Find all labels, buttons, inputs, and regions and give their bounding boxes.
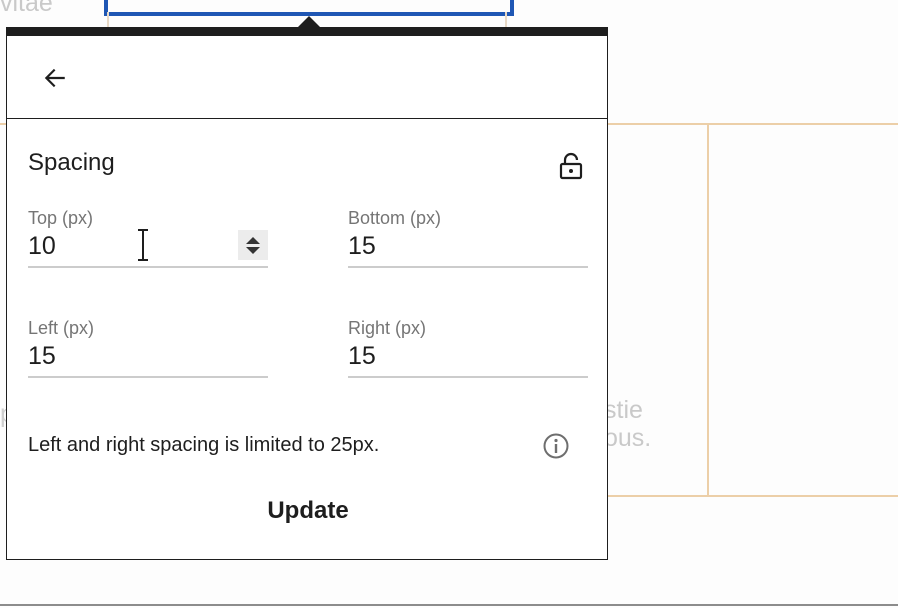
arrow-left-icon <box>44 68 65 88</box>
bottom-spacing-input-row <box>348 228 588 268</box>
popover-header <box>7 36 607 119</box>
background-text-top: vitae <box>0 0 53 17</box>
info-icon[interactable] <box>542 432 570 460</box>
background-rule <box>0 604 898 606</box>
background-column-divider <box>707 123 709 495</box>
background-text-right: stie ous. <box>604 396 651 452</box>
bottom-spacing-field: Bottom (px) <box>348 208 588 268</box>
update-button[interactable]: Update <box>208 486 408 536</box>
top-spacing-input-row <box>28 228 268 268</box>
selected-block-outline <box>104 0 514 16</box>
top-spacing-input[interactable] <box>28 232 228 261</box>
lock-icon <box>559 152 583 180</box>
right-spacing-field: Right (px) <box>348 318 588 378</box>
section-title: Spacing <box>28 149 115 176</box>
spacing-popover: Spacing Top (px) Bottom (px) Left (px) <box>6 27 608 560</box>
left-spacing-field: Left (px) <box>28 318 268 378</box>
top-spacing-field: Top (px) <box>28 208 268 268</box>
text-cursor-icon <box>138 229 148 261</box>
left-spacing-input[interactable] <box>28 342 228 371</box>
back-button[interactable] <box>39 62 71 94</box>
lock-button[interactable] <box>558 152 584 180</box>
bottom-spacing-input[interactable] <box>348 232 548 261</box>
background-guide-line <box>107 12 109 28</box>
right-spacing-input-row <box>348 338 588 378</box>
right-spacing-input[interactable] <box>348 342 548 371</box>
bottom-spacing-label: Bottom (px) <box>348 208 442 228</box>
background-text-line: stie <box>604 396 643 424</box>
stepper-up-icon[interactable] <box>246 236 260 244</box>
top-spacing-label: Top (px) <box>28 208 94 228</box>
background-guide-line <box>505 12 507 28</box>
right-spacing-label: Right (px) <box>348 318 427 338</box>
number-stepper[interactable] <box>238 230 268 260</box>
left-spacing-input-row <box>28 338 268 378</box>
stepper-down-icon[interactable] <box>246 246 260 254</box>
left-spacing-label: Left (px) <box>28 318 95 338</box>
spacing-limit-note: Left and right spacing is limited to 25p… <box>28 434 380 456</box>
background-text-line: ous. <box>604 424 652 452</box>
